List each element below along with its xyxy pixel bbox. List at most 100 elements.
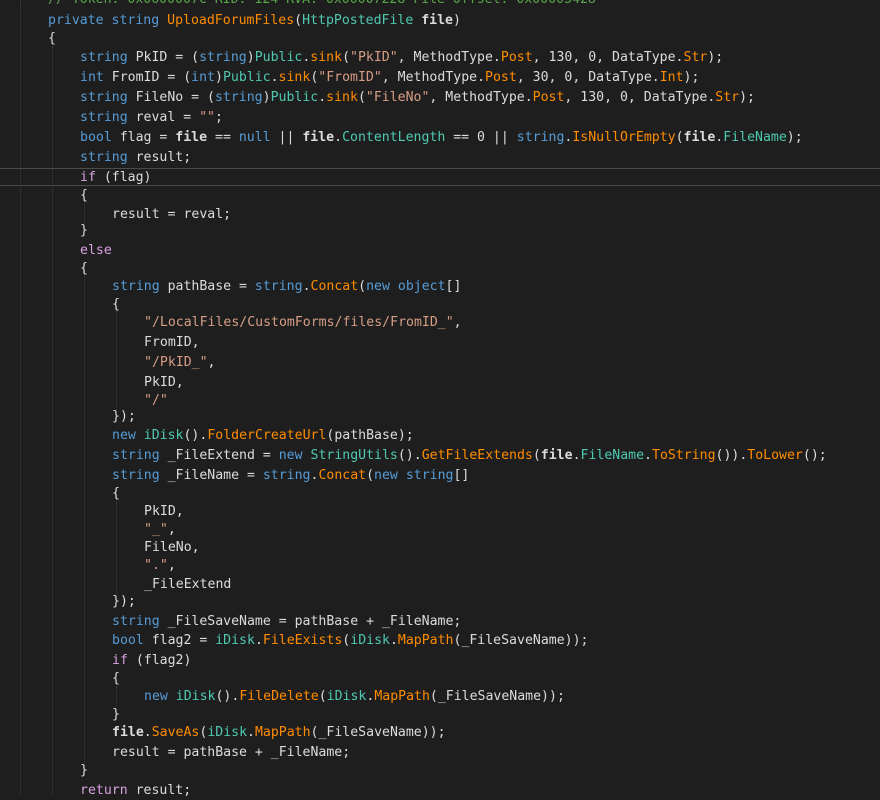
code-token: ,	[167, 558, 176, 573]
code-line[interactable]: PkID,	[144, 374, 184, 392]
code-line[interactable]: "_",	[144, 521, 176, 539]
code-token: // Token: 0x0600007C RID: 124 RVA: 0x000…	[48, 0, 596, 7]
code-token: {	[80, 188, 88, 203]
code-line[interactable]: result = reval;	[112, 206, 231, 224]
code-line[interactable]: else	[80, 242, 112, 260]
code-token: });	[112, 409, 136, 424]
code-line[interactable]: PkID,	[144, 503, 184, 521]
code-line[interactable]: FileNo,	[144, 539, 200, 557]
code-token: )	[453, 13, 461, 28]
code-token: string	[111, 13, 160, 28]
code-token: HttpPostedFile	[302, 13, 414, 28]
code-token: MapPath	[254, 725, 311, 740]
code-line[interactable]: }	[80, 222, 88, 240]
code-token: "FromID"	[318, 70, 382, 85]
code-line[interactable]: string pathBase = string.Concat(new obje…	[112, 278, 461, 296]
code-token: new	[366, 279, 390, 294]
code-line[interactable]: {	[112, 670, 120, 688]
code-line[interactable]: private string UploadForumFiles(HttpPost…	[48, 12, 461, 30]
code-line[interactable]: bool flag2 = iDisk.FileExists(iDisk.MapP…	[112, 632, 588, 650]
code-token: ().	[183, 428, 208, 443]
code-line[interactable]: "/"	[144, 392, 168, 410]
code-line[interactable]: if (flag2)	[112, 652, 191, 670]
code-token: ,	[167, 522, 176, 537]
code-token: );	[707, 50, 724, 65]
code-token: GetFileExtends	[421, 448, 533, 463]
code-token: }	[80, 763, 88, 778]
code-token: int	[80, 70, 104, 85]
code-line[interactable]: {	[80, 187, 88, 205]
code-token: []	[453, 468, 470, 483]
code-line[interactable]: "/LocalFiles/CustomForms/files/FromID_",	[144, 314, 462, 332]
code-line[interactable]: {	[112, 296, 120, 314]
code-token: FolderCreateUrl	[207, 428, 327, 443]
code-token: Concat	[310, 279, 359, 294]
code-line[interactable]: string _FileExtend = new StringUtils().G…	[112, 447, 827, 465]
code-token: });	[112, 594, 136, 609]
code-token: .	[318, 90, 327, 105]
code-token: , MethodType.	[429, 90, 533, 105]
code-token: FileNo = (	[127, 90, 215, 105]
code-line[interactable]: ".",	[144, 557, 176, 575]
code-token: result = reval;	[112, 207, 232, 222]
code-line[interactable]: string reval = "";	[80, 109, 223, 127]
code-token: .	[254, 633, 263, 648]
code-token: "_"	[144, 522, 168, 537]
code-line[interactable]: // Token: 0x0600007C RID: 124 RVA: 0x000…	[48, 0, 596, 9]
code-token: , 130, 0, DataType.	[532, 50, 684, 65]
code-token: FileNo,	[144, 540, 200, 555]
code-line[interactable]: int FromID = (int)Public.sink("FromID", …	[80, 69, 699, 87]
code-token: MapPath	[397, 633, 454, 648]
code-token: .	[389, 633, 398, 648]
code-line[interactable]: {	[48, 30, 56, 48]
code-token: sink	[310, 50, 343, 65]
code-token: Post	[500, 50, 533, 65]
code-token: Concat	[318, 468, 367, 483]
code-line[interactable]: }	[112, 706, 120, 724]
code-token: string	[112, 448, 160, 463]
code-line[interactable]: if (flag)	[80, 169, 151, 187]
code-token: ;	[215, 110, 223, 125]
code-token: string	[112, 614, 160, 629]
code-token: Int	[659, 70, 684, 85]
code-line[interactable]: _FileExtend	[144, 576, 231, 594]
code-line[interactable]: {	[80, 260, 88, 278]
code-token: (pathBase);	[326, 428, 414, 443]
code-line[interactable]: bool flag = file == null || file.Content…	[80, 129, 803, 147]
code-line[interactable]: FromID,	[144, 334, 200, 352]
code-line[interactable]: "/PkID_",	[144, 354, 215, 372]
code-token: , 30, 0, DataType.	[516, 70, 660, 85]
code-line[interactable]: string FileNo = (string)Public.sink("Fil…	[80, 89, 755, 107]
code-token: file	[540, 448, 573, 463]
code-line[interactable]: }	[80, 762, 88, 780]
code-token: iDisk	[326, 689, 367, 704]
code-token: bool	[112, 633, 144, 648]
code-line[interactable]: });	[112, 593, 136, 611]
code-line[interactable]: result = pathBase + _FileName;	[112, 744, 350, 762]
code-token: , 130, 0, DataType.	[564, 90, 716, 105]
code-line[interactable]: new iDisk().FolderCreateUrl(pathBase);	[112, 427, 414, 445]
code-token: file	[112, 725, 144, 740]
code-line[interactable]: file.SaveAs(iDisk.MapPath(_FileSaveName)…	[112, 724, 446, 742]
code-line[interactable]: {	[112, 485, 120, 503]
code-token: UploadForumFiles	[167, 13, 295, 28]
code-token: ().	[397, 448, 422, 463]
code-line[interactable]: string _FileSaveName = pathBase + _FileN…	[112, 613, 461, 631]
code-token: )	[246, 50, 255, 65]
code-token: int	[191, 70, 215, 85]
code-token: sink	[278, 70, 311, 85]
code-line[interactable]: string result;	[80, 149, 191, 167]
code-line[interactable]: return result;	[80, 782, 191, 800]
code-token: iDisk	[215, 633, 255, 648]
code-line[interactable]: string _FileName = string.Concat(new str…	[112, 467, 469, 485]
code-line[interactable]: new iDisk().FileDelete(iDisk.MapPath(_Fi…	[144, 688, 565, 706]
code-editor[interactable]: // Token: 0x0600007C RID: 124 RVA: 0x000…	[0, 0, 880, 798]
code-line[interactable]: });	[112, 408, 136, 426]
code-token: "PkID"	[350, 50, 398, 65]
code-token: iDisk	[350, 633, 390, 648]
code-token: ,	[207, 355, 216, 370]
code-line[interactable]: string PkID = (string)Public.sink("PkID"…	[80, 49, 723, 67]
